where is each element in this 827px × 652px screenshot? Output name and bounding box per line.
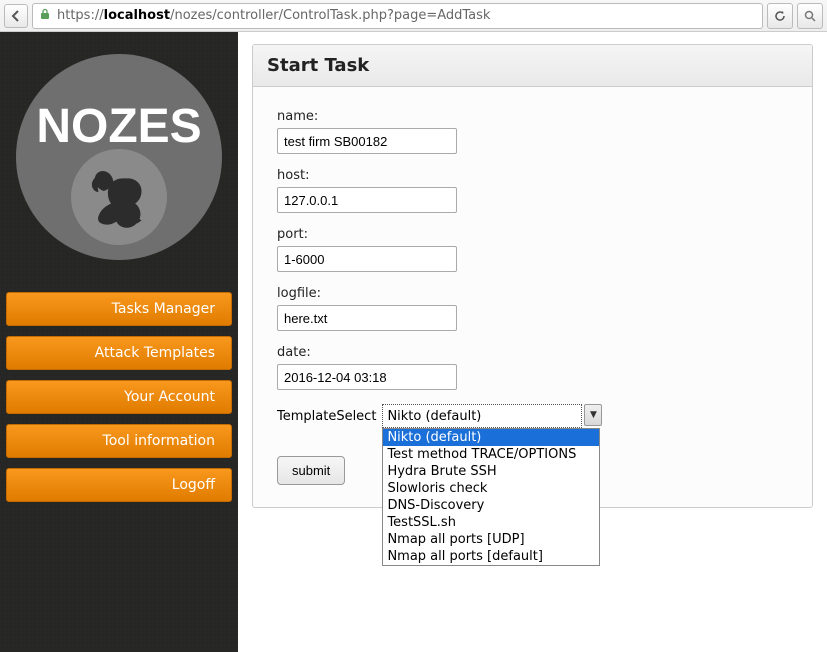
template-option[interactable]: Test method TRACE/OPTIONS — [383, 446, 599, 463]
logfile-input[interactable] — [277, 305, 457, 331]
host-input[interactable] — [277, 187, 457, 213]
svg-text:NOZES: NOZES — [36, 100, 201, 153]
sidebar-item-logoff[interactable]: Logoff — [6, 468, 232, 502]
name-label: name: — [277, 109, 788, 124]
browser-toolbar: https://localhost/nozes/controller/Contr… — [0, 0, 827, 32]
host-label: host: — [277, 168, 788, 183]
sidebar-item-label: Logoff — [172, 477, 215, 493]
panel-header: Start Task — [253, 45, 812, 87]
start-task-panel: Start Task name: host: port: logfile: — [252, 44, 813, 508]
template-option[interactable]: Nmap all ports [default] — [383, 548, 599, 565]
template-option[interactable]: DNS-Discovery — [383, 497, 599, 514]
search-button[interactable] — [797, 3, 823, 29]
sidebar-item-label: Attack Templates — [95, 345, 215, 361]
template-selected-text: Nikto (default) — [387, 409, 577, 424]
sidebar-item-label: Tool information — [103, 433, 215, 449]
template-option[interactable]: Slowloris check — [383, 480, 599, 497]
logo: NOZES — [14, 52, 224, 262]
date-label: date: — [277, 345, 788, 360]
sidebar-item-tool-information[interactable]: Tool information — [6, 424, 232, 458]
sidebar-item-attack-templates[interactable]: Attack Templates — [6, 336, 232, 370]
panel-title: Start Task — [267, 55, 798, 76]
submit-button[interactable]: submit — [277, 456, 345, 485]
port-label: port: — [277, 227, 788, 242]
template-option[interactable]: Nikto (default) — [383, 429, 599, 446]
template-dropdown: Nikto (default)Test method TRACE/OPTIONS… — [382, 428, 600, 566]
logfile-label: logfile: — [277, 286, 788, 301]
lock-icon — [39, 8, 51, 23]
sidebar-item-tasks-manager[interactable]: Tasks Manager — [6, 292, 232, 326]
port-input[interactable] — [277, 246, 457, 272]
template-option[interactable]: Hydra Brute SSH — [383, 463, 599, 480]
chevron-down-icon[interactable]: ▼ — [584, 404, 602, 426]
template-select[interactable]: Nikto (default) — [382, 404, 582, 428]
template-label: TemplateSelect — [277, 409, 376, 424]
url-text: https://localhost/nozes/controller/Contr… — [57, 8, 756, 23]
sidebar-item-label: Tasks Manager — [112, 301, 215, 317]
content: Start Task name: host: port: logfile: — [238, 32, 827, 652]
back-button[interactable] — [4, 4, 28, 28]
url-bar[interactable]: https://localhost/nozes/controller/Contr… — [32, 3, 763, 29]
sidebar: NOZES Tasks Manager Attack Templates You… — [0, 32, 238, 652]
date-input[interactable] — [277, 364, 457, 390]
sidebar-menu: Tasks Manager Attack Templates Your Acco… — [0, 292, 238, 502]
reload-button[interactable] — [767, 3, 793, 29]
name-input[interactable] — [277, 128, 457, 154]
template-option[interactable]: TestSSL.sh — [383, 514, 599, 531]
sidebar-item-label: Your Account — [124, 389, 215, 405]
template-option[interactable]: Nmap all ports [UDP] — [383, 531, 599, 548]
sidebar-item-your-account[interactable]: Your Account — [6, 380, 232, 414]
